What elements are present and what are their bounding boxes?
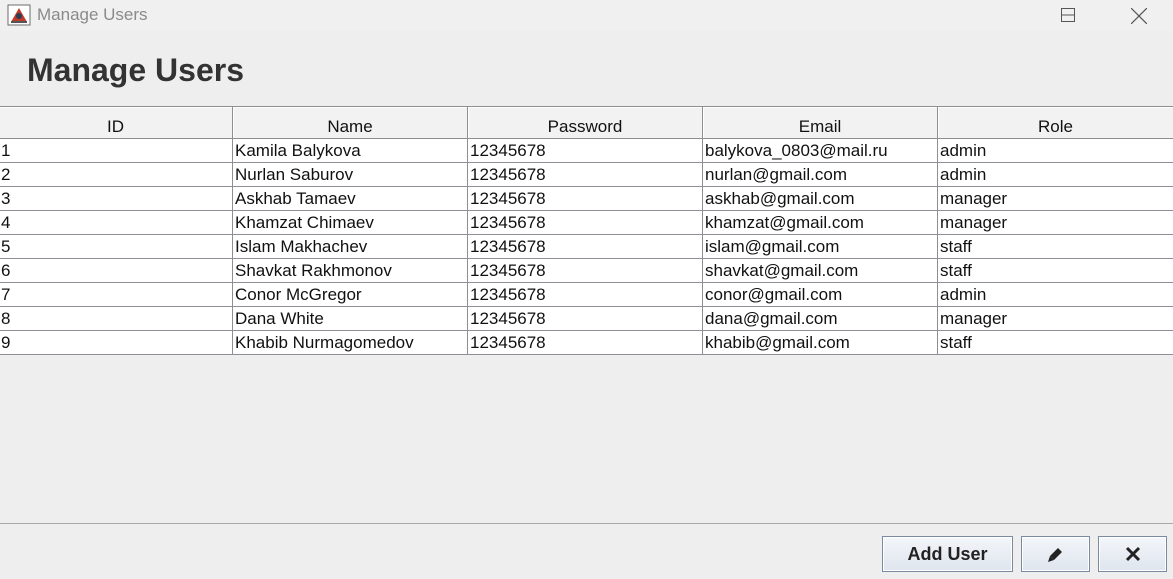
table-row[interactable]: 1 Kamila Balykova 12345678 balykova_0803@ma… [0,138,1173,163]
cell-email[interactable]: shavkat@gmail.com [702,258,938,283]
close-window-icon [1131,8,1147,24]
column-header-role[interactable]: Role [937,106,1173,139]
users-table[interactable]: ID Name Password Email Role 1 Kamila Baly… [0,106,1173,355]
table-row[interactable]: 9 Khabib Nurmagomedov 12345678 khabib@gmail… [0,330,1173,355]
cell-id[interactable]: 3 [0,186,233,211]
cell-password[interactable]: 12345678 [467,138,703,163]
column-header-password[interactable]: Password [467,106,703,139]
cell-name[interactable]: Shavkat Rakhmonov [232,258,468,283]
pencil-icon [1047,548,1062,562]
cell-password[interactable]: 12345678 [467,282,703,307]
table-row[interactable]: 3 Askhab Tamaev 12345678 askhab@gmail.com ma… [0,186,1173,211]
cell-email[interactable]: dana@gmail.com [702,306,938,331]
cell-id[interactable]: 5 [0,234,233,259]
delete-user-button[interactable] [1098,536,1167,572]
cell-name[interactable]: Kamila Balykova [232,138,468,163]
cell-name[interactable]: Dana White [232,306,468,331]
cell-id[interactable]: 7 [0,282,233,307]
cell-email[interactable]: khamzat@gmail.com [702,210,938,235]
cell-role[interactable]: manager [937,186,1173,211]
column-header-email[interactable]: Email [702,106,938,139]
cell-id[interactable]: 9 [0,330,233,355]
cell-name[interactable]: Conor McGregor [232,282,468,307]
table-header-row: ID Name Password Email Role [0,106,1173,139]
cell-role[interactable]: staff [937,234,1173,259]
cell-id[interactable]: 8 [0,306,233,331]
cell-email[interactable]: khabib@gmail.com [702,330,938,355]
cell-name[interactable]: Khamzat Chimaev [232,210,468,235]
cell-name[interactable]: Nurlan Saburov [232,162,468,187]
cell-name[interactable]: Islam Makhachev [232,234,468,259]
column-header-id[interactable]: ID [0,106,233,139]
cell-role[interactable]: staff [937,258,1173,283]
table-row[interactable]: 7 Conor McGregor 12345678 conor@gmail.com ad… [0,282,1173,307]
cell-role[interactable]: admin [937,138,1173,163]
cell-id[interactable]: 2 [0,162,233,187]
users-table-scrollpane[interactable]: ID Name Password Email Role 1 Kamila Baly… [0,106,1173,524]
java-app-icon [7,4,31,26]
cell-password[interactable]: 12345678 [467,234,703,259]
page-title: Manage Users [27,52,244,88]
table-row[interactable]: 4 Khamzat Chimaev 12345678 khamzat@gmail.co… [0,210,1173,235]
cell-role[interactable]: admin [937,282,1173,307]
column-header-name[interactable]: Name [232,106,468,139]
cell-id[interactable]: 4 [0,210,233,235]
maximize-icon [1061,8,1075,22]
add-user-button[interactable]: Add User [882,536,1013,572]
cell-id[interactable]: 6 [0,258,233,283]
close-window-button[interactable] [1115,0,1161,31]
cell-role[interactable]: manager [937,210,1173,235]
table-body: 1 Kamila Balykova 12345678 balykova_0803@ma… [0,138,1173,355]
cell-password[interactable]: 12345678 [467,306,703,331]
maximize-button[interactable] [1052,0,1098,31]
table-row[interactable]: 2 Nurlan Saburov 12345678 nurlan@gmail.com a… [0,162,1173,187]
cell-password[interactable]: 12345678 [467,330,703,355]
close-icon [1125,546,1140,562]
edit-user-button[interactable] [1021,536,1090,572]
cell-email[interactable]: nurlan@gmail.com [702,162,938,187]
cell-id[interactable]: 1 [0,138,233,163]
table-row[interactable]: 5 Islam Makhachev 12345678 islam@gmail.com s… [0,234,1173,259]
cell-password[interactable]: 12345678 [467,186,703,211]
cell-name[interactable]: Askhab Tamaev [232,186,468,211]
cell-role[interactable]: manager [937,306,1173,331]
window-titlebar: Manage Users [0,0,1173,31]
cell-email[interactable]: conor@gmail.com [702,282,938,307]
cell-role[interactable]: admin [937,162,1173,187]
cell-email[interactable]: askhab@gmail.com [702,186,938,211]
table-row[interactable]: 6 Shavkat Rakhmonov 12345678 shavkat@gmail.… [0,258,1173,283]
cell-password[interactable]: 12345678 [467,258,703,283]
table-row[interactable]: 8 Dana White 12345678 dana@gmail.com manager [0,306,1173,331]
cell-password[interactable]: 12345678 [467,210,703,235]
cell-role[interactable]: staff [937,330,1173,355]
cell-email[interactable]: islam@gmail.com [702,234,938,259]
cell-password[interactable]: 12345678 [467,162,703,187]
cell-email[interactable]: balykova_0803@mail.ru [702,138,938,163]
cell-name[interactable]: Khabib Nurmagomedov [232,330,468,355]
window-title: Manage Users [37,5,148,24]
